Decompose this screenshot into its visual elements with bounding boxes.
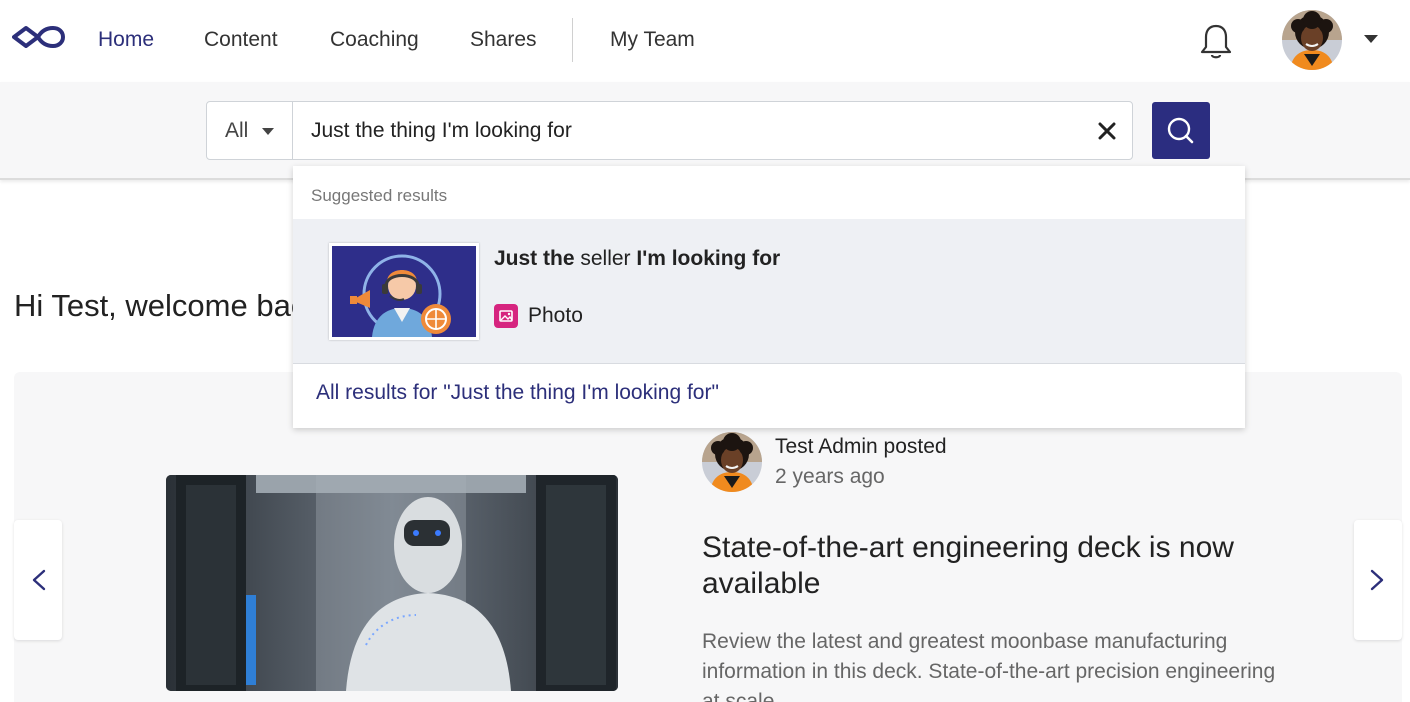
chevron-right-icon	[1370, 569, 1384, 591]
suggestion-title-text: seller	[574, 247, 637, 270]
post-title[interactable]: State-of-the-art engineering deck is now…	[702, 530, 1302, 602]
user-avatar[interactable]	[1282, 10, 1342, 70]
post-author: Test Admin posted	[775, 435, 947, 458]
search-button[interactable]	[1152, 102, 1210, 159]
suggestion-type-label: Photo	[528, 304, 583, 327]
post-timestamp: 2 years ago	[775, 465, 885, 488]
carousel-next-button[interactable]	[1354, 520, 1402, 640]
nav-my-team[interactable]: My Team	[610, 27, 695, 53]
search-icon	[1167, 117, 1194, 144]
nav-divider	[572, 18, 573, 62]
search-scope-label: All	[225, 119, 249, 142]
nav-content[interactable]: Content	[204, 27, 278, 53]
post-author-avatar[interactable]	[702, 432, 762, 492]
photo-icon	[494, 304, 518, 328]
top-navigation: Home Content Coaching Shares My Team	[0, 0, 1410, 82]
caret-down-icon	[262, 128, 274, 135]
post-description: Review the latest and greatest moonbase …	[702, 630, 1276, 702]
suggestion-title: Just the seller I'm looking for	[494, 247, 780, 271]
nav-coaching[interactable]: Coaching	[330, 27, 419, 53]
infinity-logo-icon[interactable]	[12, 20, 66, 54]
chevron-left-icon	[32, 569, 46, 591]
post-image[interactable]	[166, 475, 618, 691]
nav-home[interactable]: Home	[98, 27, 154, 53]
all-results-link[interactable]: All results for "Just the thing I'm look…	[316, 381, 719, 405]
suggestion-item[interactable]: Just the seller I'm looking for Photo	[293, 219, 1245, 364]
suggestions-header: Suggested results	[311, 186, 448, 205]
search-input[interactable]	[292, 101, 1133, 160]
bell-icon[interactable]	[1198, 22, 1234, 62]
carousel-prev-button[interactable]	[14, 520, 62, 640]
search-suggestions-dropdown: Suggested results Just the seller I'm lo…	[293, 166, 1245, 428]
close-icon[interactable]	[1092, 116, 1122, 146]
caret-down-icon[interactable]	[1364, 35, 1378, 43]
search-scope-select[interactable]: All	[206, 101, 293, 160]
suggestion-title-match: I'm looking for	[636, 247, 781, 270]
suggestion-thumbnail	[329, 243, 479, 340]
nav-shares[interactable]: Shares	[470, 27, 537, 53]
suggestion-title-match: Just the	[494, 247, 575, 270]
welcome-heading: Hi Test, welcome bac	[14, 288, 307, 323]
